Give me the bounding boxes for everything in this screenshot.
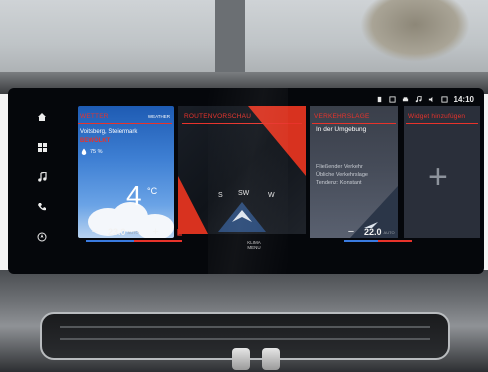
navigation-button[interactable] bbox=[18, 222, 66, 252]
battery-icon bbox=[377, 96, 381, 102]
phone-button[interactable] bbox=[18, 192, 66, 222]
title-underline bbox=[312, 123, 396, 124]
tree-background bbox=[360, 0, 470, 62]
left-auto-label: AUTO bbox=[127, 229, 139, 235]
media-button[interactable] bbox=[18, 162, 66, 192]
message-icon bbox=[440, 95, 448, 103]
vent-slat bbox=[60, 338, 430, 340]
traffic-status: Übliche Verkehrslage bbox=[316, 172, 368, 178]
a-pillar bbox=[215, 0, 245, 80]
right-temperature: 22.0 bbox=[364, 227, 382, 237]
car-interior-photo: 14:10 WETTER WEATHER Voitsberg, Steierma… bbox=[0, 0, 488, 372]
weather-link[interactable]: WEATHER bbox=[148, 114, 170, 119]
humidity-icon bbox=[81, 148, 87, 155]
map-accent bbox=[178, 176, 208, 234]
phone-handset-icon bbox=[38, 203, 46, 211]
temp-up-button[interactable]: + bbox=[149, 226, 163, 238]
volume-icon bbox=[428, 96, 432, 102]
traffic-title: VERKEHRSLAGE bbox=[314, 113, 370, 120]
sidebar bbox=[18, 102, 66, 260]
traffic-subtitle: In der Umgebung bbox=[316, 126, 367, 133]
screen-glare bbox=[208, 88, 288, 274]
weather-card[interactable] bbox=[78, 106, 174, 238]
home-button[interactable] bbox=[18, 102, 66, 132]
climate-bar-warm bbox=[134, 240, 182, 242]
temperature-value: 4 bbox=[126, 180, 142, 211]
temp-down-button[interactable]: − bbox=[344, 226, 358, 238]
title-underline bbox=[406, 123, 478, 124]
temp-down-button[interactable]: − bbox=[88, 226, 102, 238]
climate-left: − 23.0 AUTO + bbox=[88, 225, 163, 239]
phone-icon bbox=[388, 95, 396, 103]
right-auto-label: AUTO bbox=[383, 229, 395, 235]
vent-knob[interactable] bbox=[232, 348, 250, 370]
vent-knob[interactable] bbox=[262, 348, 280, 370]
weather-humidity: 75 % bbox=[90, 149, 103, 155]
temperature-unit: °C bbox=[147, 186, 158, 196]
left-temperature: 23.0 bbox=[108, 227, 126, 237]
traffic-status: Fließender Verkehr bbox=[316, 164, 363, 170]
add-widget-tile[interactable]: Widget hinzufügen + bbox=[402, 106, 482, 258]
compass-icon bbox=[37, 232, 47, 242]
car-icon bbox=[402, 96, 408, 101]
climate-bar-cold bbox=[344, 240, 378, 242]
status-bar: 14:10 bbox=[376, 93, 474, 105]
infotainment-screen: 14:10 WETTER WEATHER Voitsberg, Steierma… bbox=[8, 88, 484, 274]
weather-condition: BEWÖLKT bbox=[80, 138, 111, 144]
clock: 14:10 bbox=[453, 94, 474, 104]
apps-button[interactable] bbox=[18, 132, 66, 162]
add-widget-button[interactable]: + bbox=[428, 158, 448, 197]
title-underline bbox=[78, 123, 172, 124]
music-note-icon bbox=[38, 172, 47, 182]
traffic-status: Tendenz: Konstant bbox=[316, 180, 362, 186]
weather-title: WETTER bbox=[80, 113, 109, 120]
home-icon bbox=[38, 113, 46, 121]
climate-bar-cold bbox=[86, 240, 134, 242]
grid-icon bbox=[37, 142, 47, 152]
weather-location: Voitsberg, Steiermark bbox=[80, 129, 138, 135]
vent-slat bbox=[60, 326, 430, 328]
music-icon bbox=[415, 95, 422, 102]
add-widget-title: Widget hinzufügen bbox=[408, 113, 466, 120]
